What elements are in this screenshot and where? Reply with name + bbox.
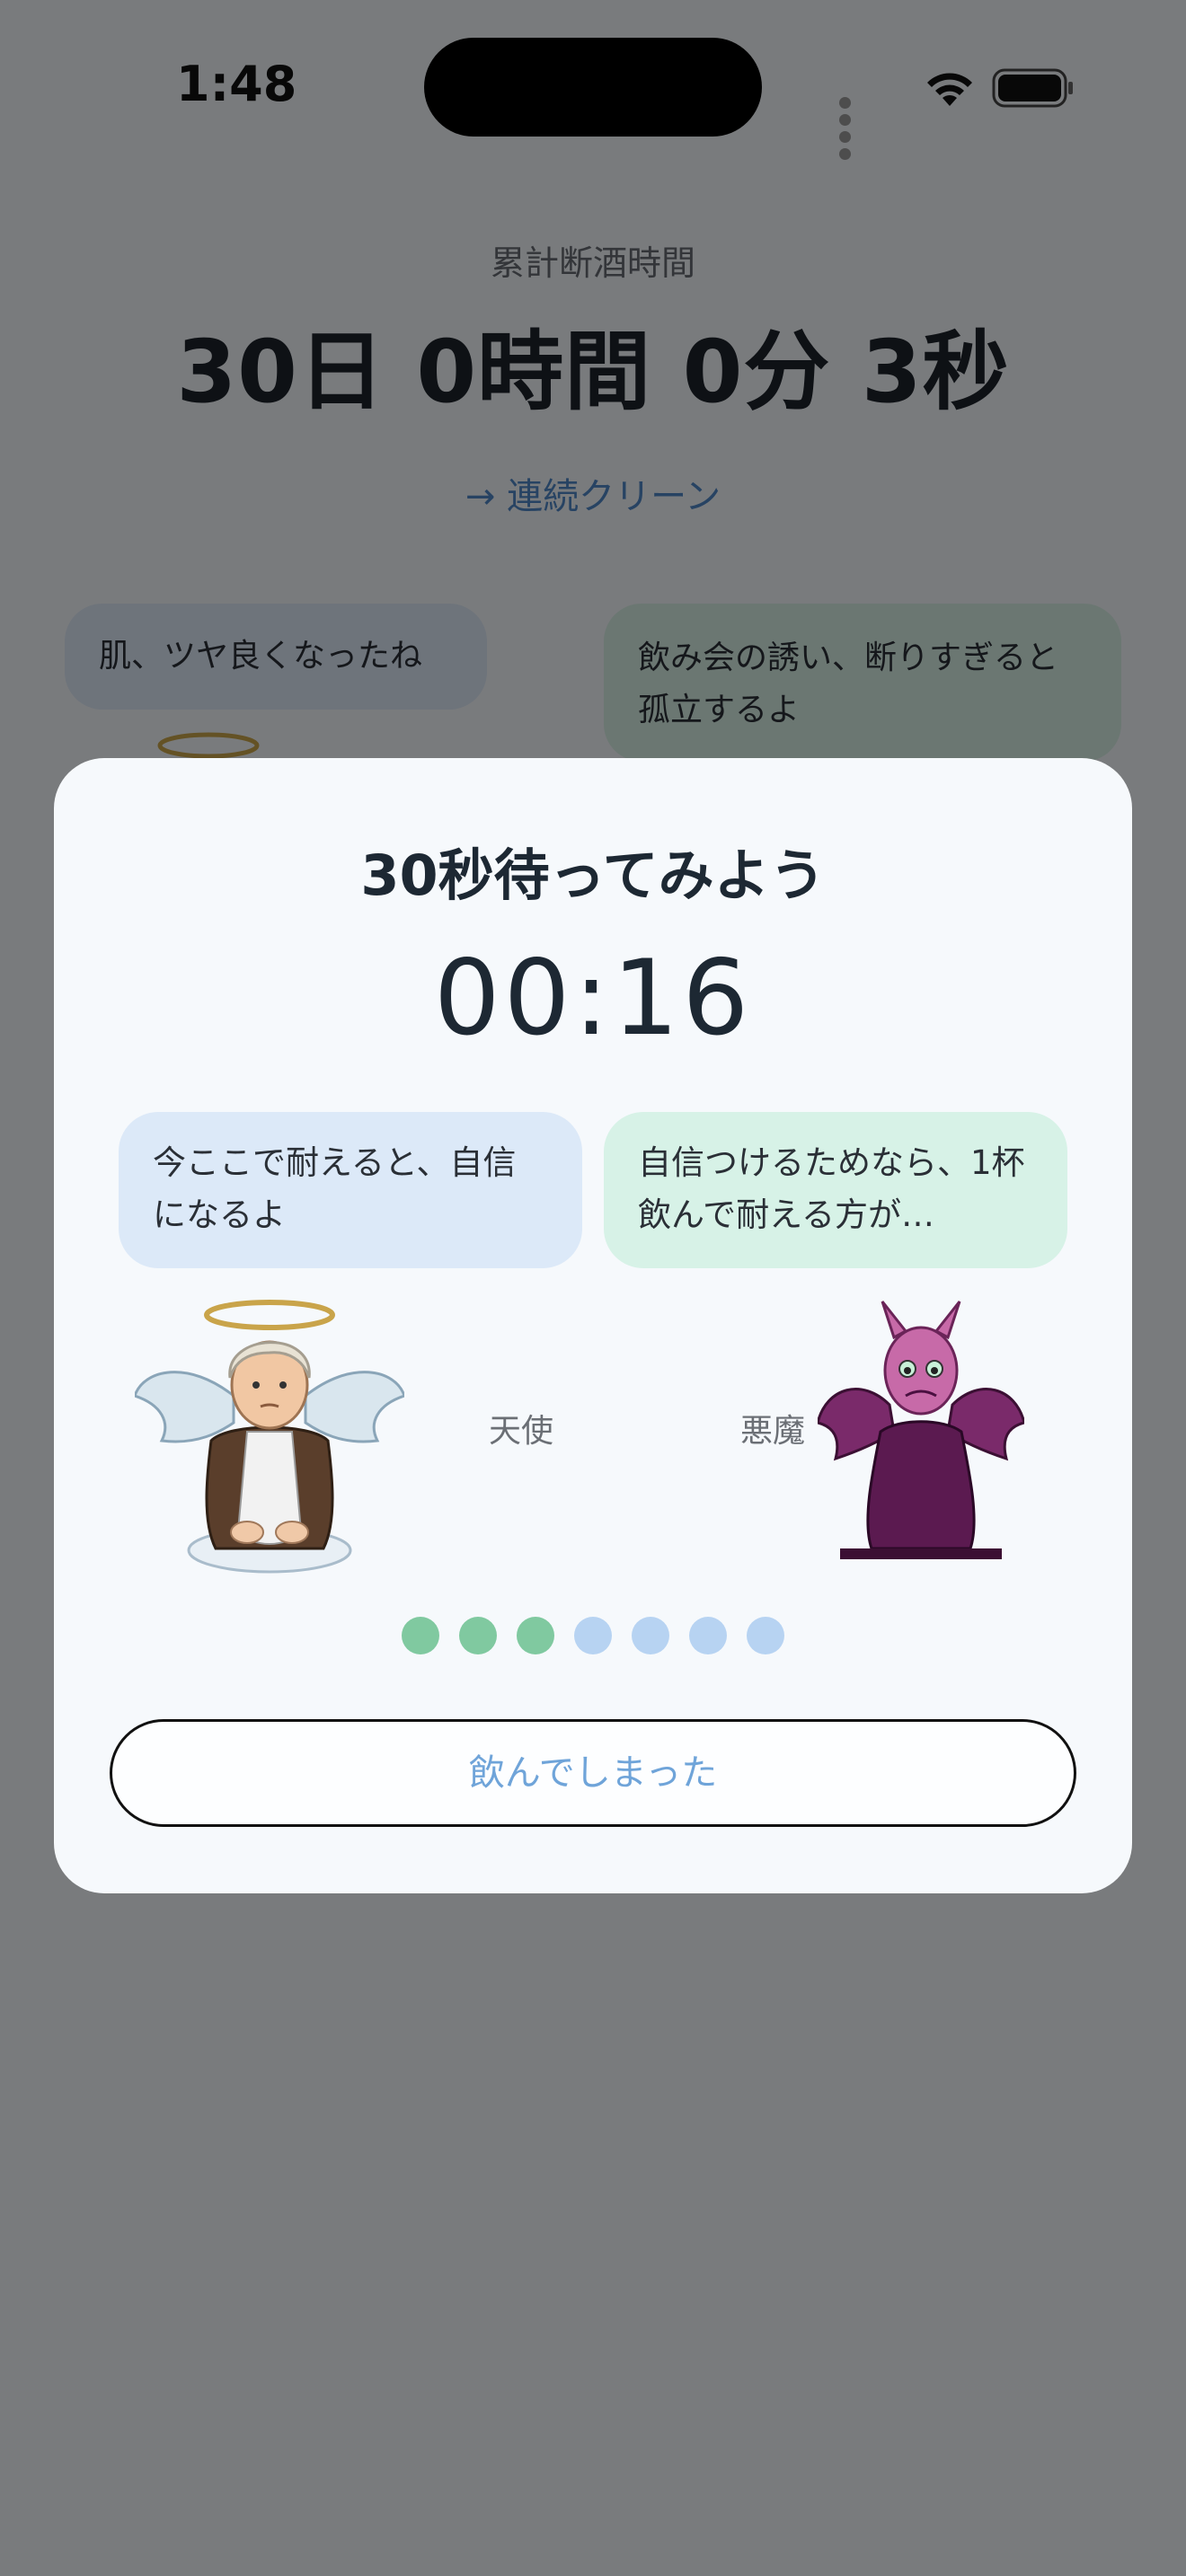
progress-dot <box>689 1617 727 1654</box>
progress-dot <box>459 1617 497 1654</box>
angel-label: 天使 <box>488 1413 553 1450</box>
drank-button[interactable]: 飲んでしまった <box>110 1719 1076 1827</box>
devil-message-bubble: 自信つけるためなら、1杯飲んで耐える方が… <box>604 1112 1067 1268</box>
wait-modal: 30秒待ってみよう 00:16 今ここで耐えると、自信になるよ 自信つけるためな… <box>54 758 1132 1893</box>
angel-message-bubble: 今ここで耐えると、自信になるよ <box>119 1112 582 1268</box>
devil-character-image <box>818 1301 1024 1559</box>
progress-dot <box>402 1617 439 1654</box>
progress-dots <box>54 1617 1132 1654</box>
angel-character-image <box>135 1300 404 1574</box>
progress-dot <box>517 1617 554 1654</box>
progress-dot <box>747 1617 784 1654</box>
modal-title: 30秒待ってみよう <box>360 842 826 908</box>
countdown-timer: 00:16 <box>433 938 753 1059</box>
progress-dot <box>574 1617 612 1654</box>
progress-dot <box>632 1617 669 1654</box>
